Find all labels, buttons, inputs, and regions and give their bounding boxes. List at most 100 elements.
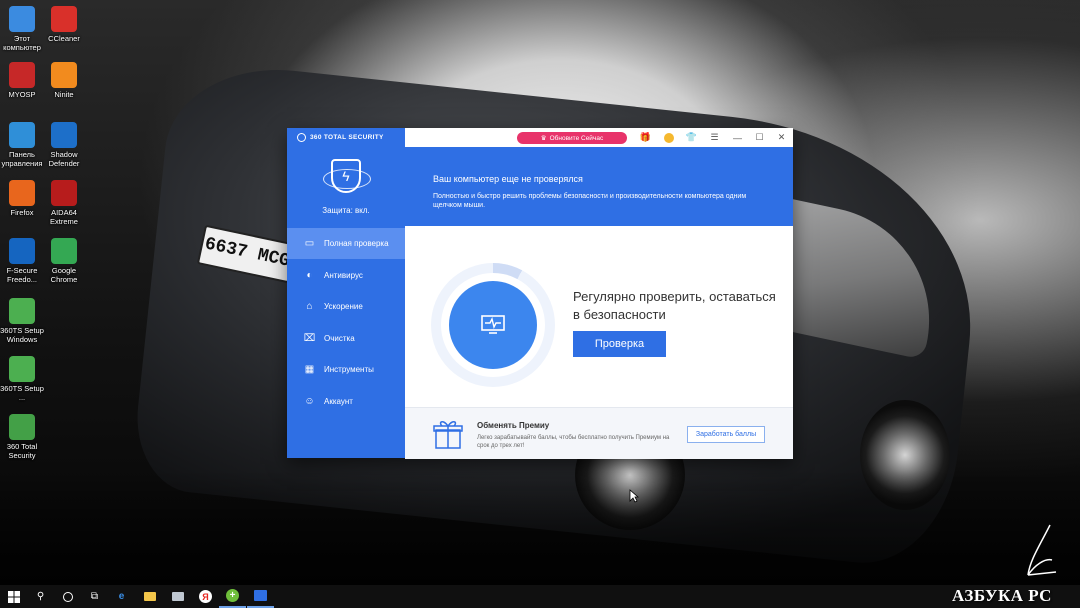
photos-icon[interactable]	[164, 585, 191, 608]
sidebar-item-label: Очистка	[324, 333, 355, 343]
shadow-defender-icon	[51, 122, 77, 148]
shield-icon: ϟ	[331, 159, 361, 193]
sidebar-item-label: Аккаунт	[324, 396, 353, 406]
desktop-icon-label: Этот компьютер	[3, 34, 41, 52]
account-icon: ☺	[304, 395, 315, 407]
control-panel-icon	[9, 122, 35, 148]
360ts-icon	[9, 414, 35, 440]
main-content: Регулярно проверить, оставаться в безопа…	[405, 226, 793, 407]
sidebar-item[interactable]: ☺ Аккаунт	[287, 386, 405, 417]
watermark-text: АЗБУКА PC	[952, 586, 1052, 605]
desktop-icon[interactable]: Shadow Defender	[42, 122, 86, 168]
computer-icon	[9, 6, 35, 32]
sidebar-item-label: Полная проверка	[324, 239, 389, 248]
desktop-icon-label: Панель управления	[1, 150, 43, 168]
sidebar-item[interactable]: ⌧ Очистка	[287, 323, 405, 354]
protection-label: Защита: вкл.	[322, 206, 370, 215]
desktop-icon-label: Shadow Defender	[48, 150, 80, 168]
desktop-icon-label: AIDA64 Extreme	[50, 208, 78, 226]
banner-title: Ваш компьютер еще не проверялся	[433, 174, 583, 184]
close-icon[interactable]: ✕	[775, 131, 788, 144]
desktop-icon-label: MYOSP	[8, 90, 36, 99]
desktop-icon-label: 360TS Setup ...	[0, 384, 44, 402]
desktop-icon[interactable]: Этот компьютер	[0, 6, 44, 52]
desktop-icon[interactable]: 360 Total Security	[0, 414, 44, 460]
desktop-icon-label: Ninite	[54, 90, 74, 99]
antivirus-icon: ◐	[306, 269, 313, 281]
360ts-icon[interactable]	[247, 585, 274, 608]
desktop-icon[interactable]: Google Chrome	[42, 238, 86, 284]
upgrade-label: Обновите Сейчас	[549, 134, 604, 142]
myosp-icon	[9, 62, 35, 88]
gift-box-icon	[433, 418, 463, 450]
360-setup-icon	[9, 298, 35, 324]
sidebar-item[interactable]: ▭ Полная проверка	[287, 228, 405, 259]
sidebar-item[interactable]: ⌂ Ускорение	[287, 291, 405, 322]
upgrade-button[interactable]: ♛ Обновите Сейчас	[517, 132, 627, 144]
minimize-icon[interactable]: —	[731, 131, 744, 144]
cortana-icon[interactable]	[54, 585, 81, 608]
premium-description: Легко зарабатывайте баллы, чтобы бесплат…	[477, 435, 670, 449]
rocket-icon: ⌂	[306, 301, 313, 312]
360-setup-icon	[9, 356, 35, 382]
premium-footer: Обменять Премиу Легко зарабатывайте балл…	[405, 407, 793, 459]
desktop-icon[interactable]: F-Secure Freedo...	[0, 238, 44, 284]
protection-status[interactable]: ϟ Защита: вкл.	[287, 147, 405, 228]
brand-name: 360 TOTAL SECURITY	[310, 134, 384, 141]
edge-icon[interactable]: e	[108, 585, 135, 608]
desktop-icon-label: Google Chrome	[50, 266, 78, 284]
taskbar: ⚲ ⧉ e Я +	[0, 585, 1080, 608]
ccleaner-icon	[51, 6, 77, 32]
desktop-icon-label: 360TS Setup Windows	[0, 326, 44, 344]
crown-icon: ♛	[540, 135, 547, 142]
gift-icon[interactable]: 🎁	[639, 131, 652, 144]
skin-icon[interactable]: 👕	[685, 131, 698, 144]
desktop-icon[interactable]: 360TS Setup Windows	[0, 298, 44, 344]
tools-icon: ▦	[304, 364, 315, 375]
sidebar-item[interactable]: ◐ Антивирус	[287, 260, 405, 291]
brand-header: 360 TOTAL SECURITY	[287, 128, 405, 147]
start-icon[interactable]	[0, 585, 27, 608]
desktop-icon[interactable]: MYOSP	[0, 62, 44, 99]
360-logo-icon	[297, 133, 306, 142]
sidebar-item[interactable]: ▦ Инструменты	[287, 354, 405, 385]
monitor-icon: ▭	[304, 238, 315, 249]
desktop-icon[interactable]: CCleaner	[42, 6, 86, 43]
earn-points-button[interactable]: Заработать баллы	[687, 426, 765, 443]
aida64-icon	[51, 180, 77, 206]
scan-title: Регулярно проверить, оставаться в безопа…	[573, 289, 776, 322]
scan-button[interactable]: Проверка	[573, 331, 666, 357]
ninite-icon	[51, 62, 77, 88]
desktop-icon-label: CCleaner	[48, 34, 80, 43]
coin-icon[interactable]	[662, 131, 675, 144]
sidebar: ϟ Защита: вкл. ▭ Полная проверка ◐ Антивиру…	[287, 147, 405, 458]
mouse-cursor-icon	[629, 489, 639, 503]
premium-title: Обменять Премиу	[477, 421, 550, 430]
yandex-icon[interactable]: Я	[192, 585, 219, 608]
search-icon[interactable]: ⚲	[27, 585, 54, 608]
desktop-icon[interactable]: Панель управления	[0, 122, 44, 168]
fsecure-icon	[9, 238, 35, 264]
task-view-icon[interactable]: ⧉	[81, 585, 108, 608]
desktop-icon-label: Firefox	[10, 208, 34, 217]
menu-icon[interactable]: ☰	[708, 131, 721, 144]
scan-gauge-center[interactable]	[449, 281, 537, 369]
app-window: ♛ Обновите Сейчас 🎁 👕 ☰ — ☐ ✕ 360 TOTAL …	[287, 128, 793, 459]
maximize-icon[interactable]: ☐	[753, 131, 766, 144]
desktop-icon[interactable]: Ninite	[42, 62, 86, 99]
desktop-icon[interactable]: Firefox	[0, 180, 44, 217]
broom-icon: ⌧	[303, 332, 316, 344]
360-setup-icon[interactable]: +	[219, 585, 246, 608]
chrome-icon	[51, 238, 77, 264]
sidebar-item-label: Антивирус	[324, 270, 363, 280]
sidebar-item-label: Ускорение	[324, 302, 363, 311]
desktop-icon-label: F-Secure Freedo...	[6, 266, 38, 284]
signature-scribble	[1027, 524, 1057, 576]
sidebar-item-label: Инструменты	[324, 365, 374, 374]
file-explorer-icon[interactable]	[136, 585, 163, 608]
firefox-icon	[9, 180, 35, 206]
desktop-icon[interactable]: AIDA64 Extreme	[42, 180, 86, 226]
desktop-icon[interactable]: 360TS Setup ...	[0, 356, 44, 402]
floor-reflection	[0, 470, 1080, 585]
monitor-pulse-icon	[481, 315, 505, 334]
